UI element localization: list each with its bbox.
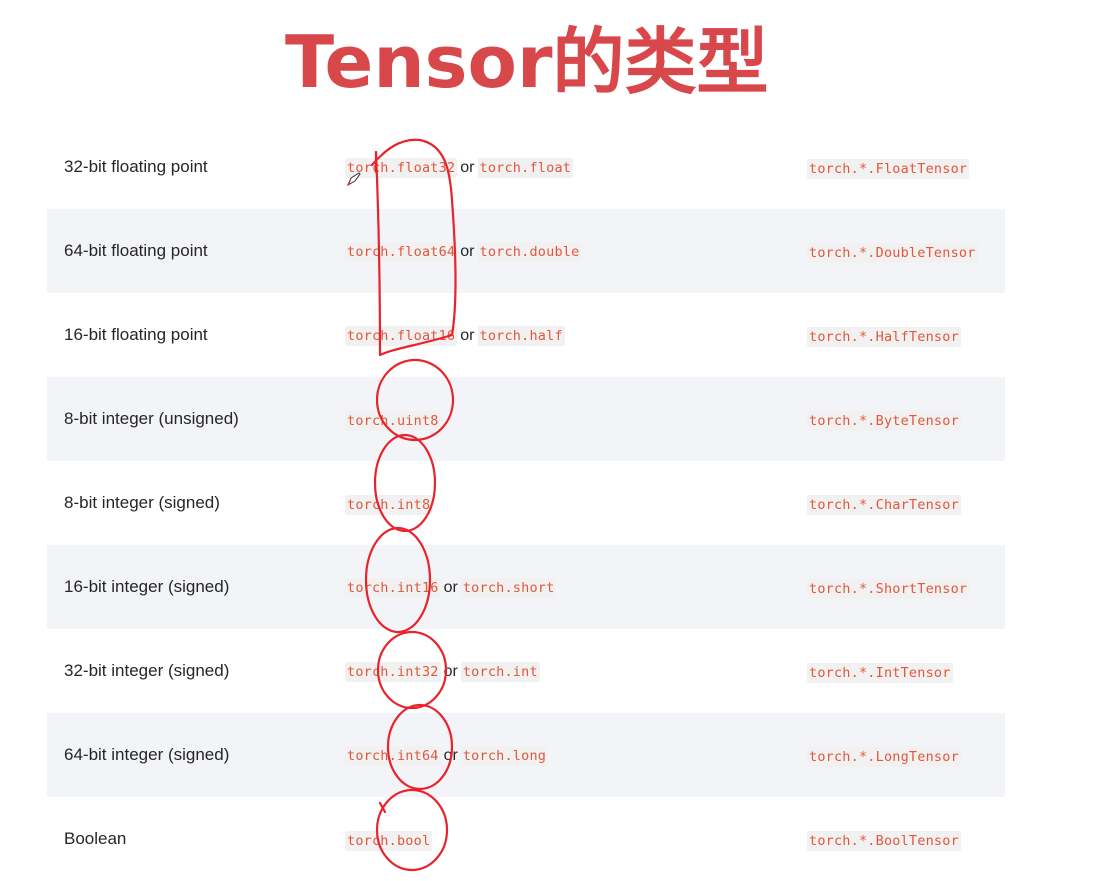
row-tensor-type: torch.*.IntTensor [807,629,1005,713]
row-dtype: torch.bool [345,797,807,881]
alias-code: torch.half [477,326,565,346]
row-dtype: torch.float64 or torch.double [345,209,807,293]
dtype-code: torch.float64 [345,242,458,262]
dtype-code: torch.float32 [345,158,458,178]
dtype-code: torch.int64 [345,746,441,766]
dtype-code: torch.int8 [345,494,433,515]
table-row: 8-bit integer (unsigned) torch.uint8 tor… [47,377,1005,461]
row-dtype: torch.int16 or torch.short [345,545,807,629]
row-tensor-type: torch.*.CharTensor [807,461,1005,545]
row-tensor-type: torch.*.LongTensor [807,713,1005,797]
or-connector: or [443,747,458,764]
table-row: 64-bit floating point torch.float64 or tor… [47,209,1005,293]
dtype-code: torch.bool [345,830,433,851]
row-dtype: torch.uint8 [345,377,807,461]
row-dtype: torch.float16 or torch.half [345,293,807,377]
or-connector: or [443,579,458,596]
dtype-code: torch.int32 [345,662,441,682]
tensor-code: torch.*.HalfTensor [807,326,961,347]
or-connector: or [443,663,458,680]
row-tensor-type: torch.*.ShortTensor [807,545,1005,629]
row-description: 64-bit integer (signed) [47,713,345,797]
row-description: 64-bit floating point [47,209,345,293]
alias-code: torch.double [477,242,582,262]
row-description: 32-bit floating point [64,157,208,176]
tensor-code: torch.*.IntTensor [807,662,953,683]
row-description: 8-bit integer (signed) [64,493,220,512]
table-row: 8-bit integer (signed) torch.int8 torch.… [47,461,1005,545]
dtype-code: torch.int16 [345,578,441,598]
tensor-code: torch.*.CharTensor [807,494,961,515]
row-description: 8-bit integer (unsigned) [47,377,345,461]
row-description: 32-bit integer (signed) [64,661,230,680]
dtype-code: torch.uint8 [345,410,441,431]
tensor-code: torch.*.FloatTensor [807,158,970,179]
alias-code: torch.float [477,158,574,178]
row-tensor-type: torch.*.FloatTensor [807,125,1005,209]
table-row: 16-bit floating point torch.float16 or tor… [47,293,1005,377]
row-dtype: torch.int32 or torch.int [345,629,807,713]
table-row: 16-bit integer (signed) torch.int16 or tor… [47,545,1005,629]
page-title: Tensor的类型 [285,20,769,104]
alias-code: torch.short [460,578,557,598]
row-dtype: torch.float32 or torch.float [345,125,807,209]
tensor-code: torch.*.LongTensor [807,746,961,767]
row-dtype: torch.int64 or torch.long [345,713,807,797]
row-tensor-type: torch.*.BoolTensor [807,797,1005,881]
dtype-table: 32-bit floating point torch.float32 or tor… [47,125,1005,881]
dtype-code: torch.float16 [345,326,458,346]
row-dtype: torch.int8 [345,461,807,545]
table-row: 64-bit integer (signed) torch.int64 or tor… [47,713,1005,797]
row-description: Boolean [64,829,127,848]
table-row: Boolean torch.bool torch.*.BoolTensor [47,797,1005,881]
pen-cursor-icon [347,172,361,186]
tensor-code: torch.*.ShortTensor [807,578,970,599]
row-tensor-type: torch.*.ByteTensor [807,377,1005,461]
or-connector: or [460,243,475,260]
row-tensor-type: torch.*.DoubleTensor [807,209,1005,293]
row-description: 16-bit integer (signed) [47,545,345,629]
tensor-code: torch.*.BoolTensor [807,830,961,851]
alias-code: torch.int [460,662,540,682]
table-row: 32-bit integer (signed) torch.int32 or tor… [47,629,1005,713]
tensor-code: torch.*.ByteTensor [807,410,961,431]
table-row: 32-bit floating point torch.float32 or tor… [47,125,1005,209]
row-tensor-type: torch.*.HalfTensor [807,293,1005,377]
or-connector: or [460,327,475,344]
alias-code: torch.long [460,746,549,766]
row-description: 16-bit floating point [64,325,208,344]
or-connector: or [460,159,475,176]
tensor-code: torch.*.DoubleTensor [807,242,978,263]
